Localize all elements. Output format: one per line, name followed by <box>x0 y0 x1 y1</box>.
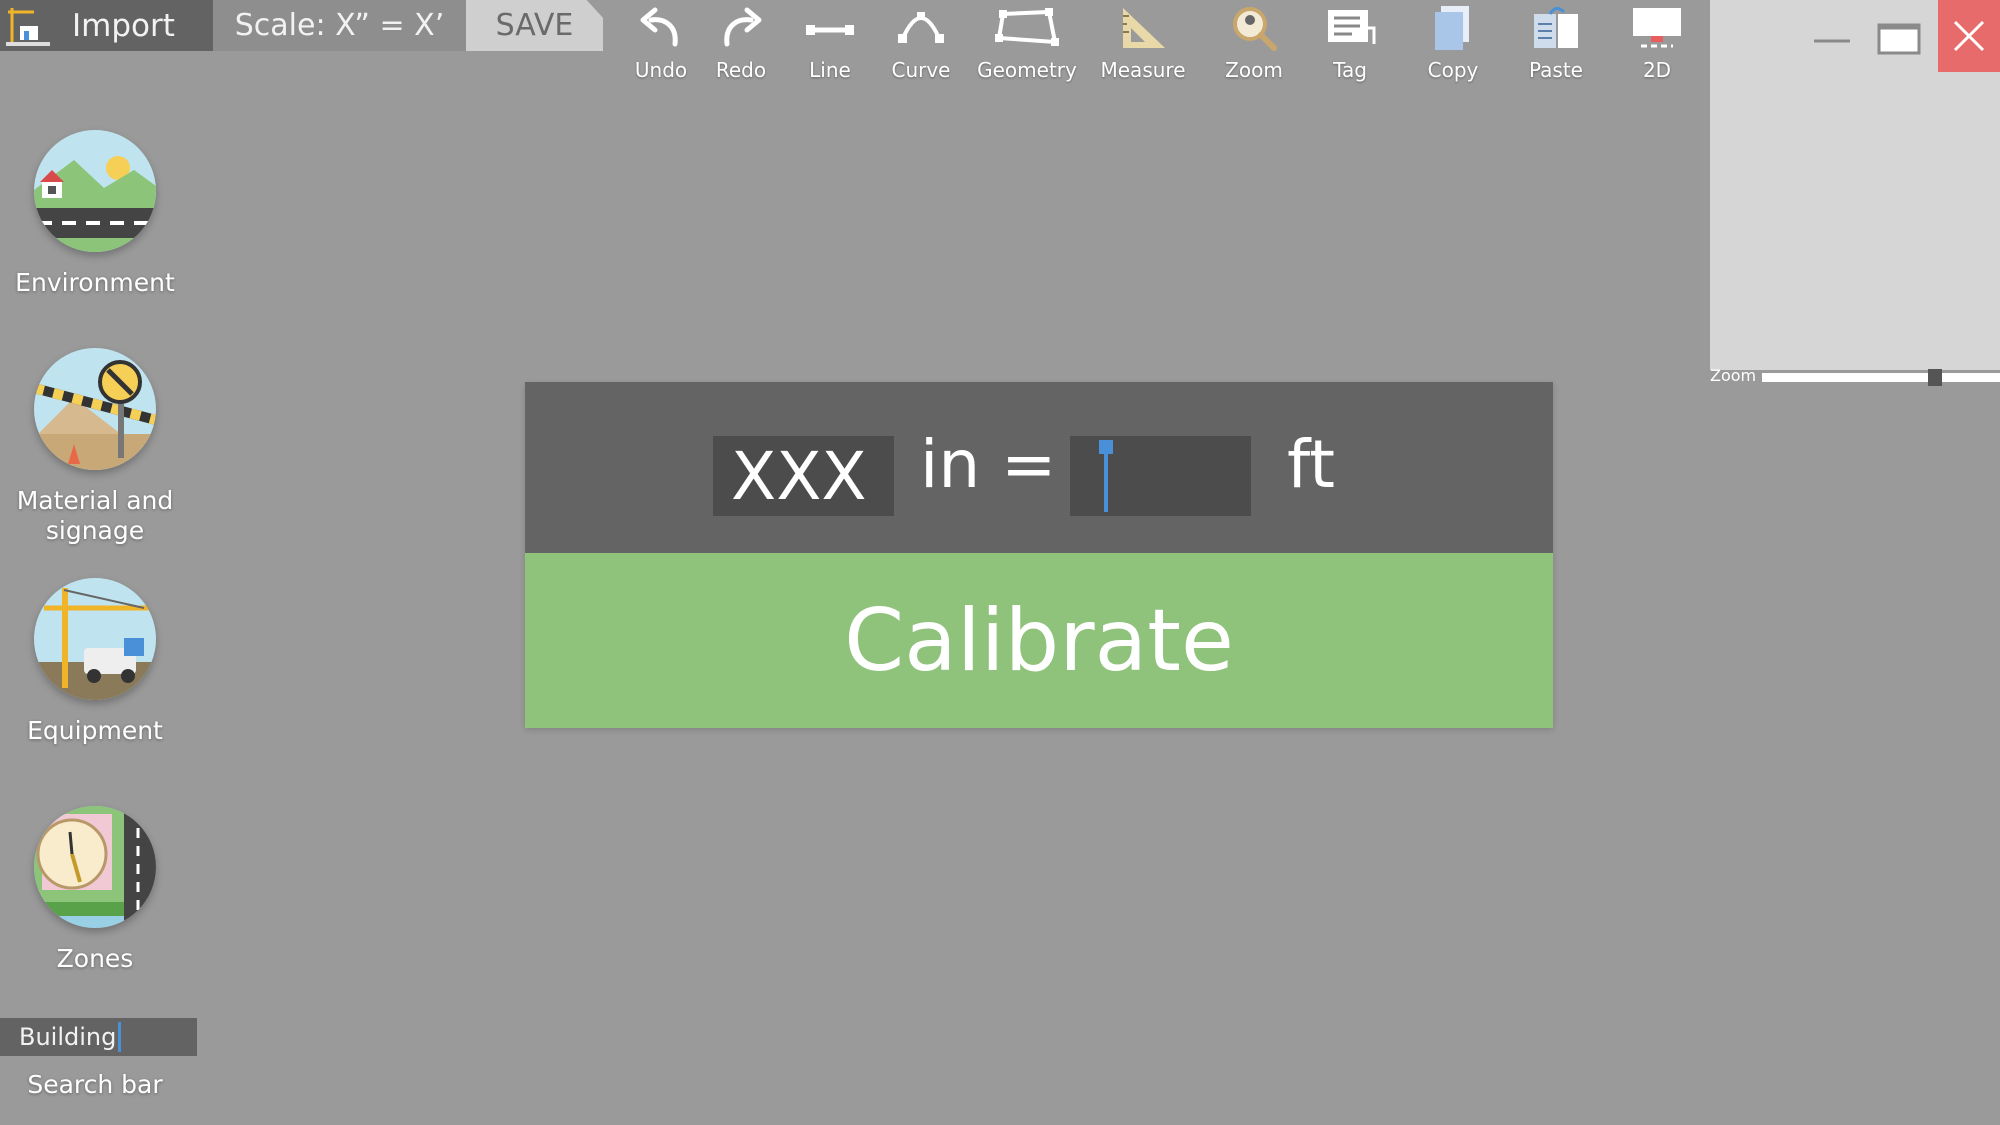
category-label: Material and signage <box>16 486 174 545</box>
zoom-slider-row: Zoom <box>1710 366 2000 388</box>
signage-icon <box>34 348 156 470</box>
paste-label: Paste <box>1529 58 1583 82</box>
category-zones[interactable]: Zones <box>0 806 190 974</box>
import-icon <box>6 7 50 46</box>
crane-icon <box>34 578 156 700</box>
maximize-icon[interactable] <box>1876 22 1922 56</box>
scale-input-row: XXX in = ft <box>525 382 1553 553</box>
inches-field[interactable]: XXX <box>713 436 894 516</box>
set-square-icon <box>1123 8 1165 48</box>
geometry-button[interactable]: Geometry <box>977 4 1077 84</box>
undo-label: Undo <box>634 58 688 82</box>
zones-icon <box>34 806 156 928</box>
copy-label: Copy <box>1427 58 1479 82</box>
2d-view-button[interactable]: 2D <box>1607 4 1707 84</box>
import-label: Import <box>72 7 175 44</box>
scale-indicator: Scale: X” = X’ <box>213 0 466 51</box>
redo-icon <box>724 7 762 47</box>
undo-icon <box>640 7 678 47</box>
monitor-icon <box>1633 8 1681 48</box>
copy-button[interactable]: Copy <box>1403 4 1503 84</box>
calibrate-dialog: XXX in = ft Calibrate <box>525 382 1553 728</box>
zoom-slider-handle[interactable] <box>1928 369 1942 386</box>
search-input[interactable]: Building <box>0 1018 197 1056</box>
category-material-signage[interactable]: Material and signage <box>0 348 190 546</box>
zoom-slider-label: Zoom <box>1710 366 1757 385</box>
2d-label: 2D <box>1642 58 1672 82</box>
import-button[interactable]: Import <box>0 0 213 51</box>
tag-label: Tag <box>1333 58 1367 82</box>
curve-icon <box>898 12 944 43</box>
close-icon <box>1953 20 1985 52</box>
curve-label: Curve <box>891 58 951 82</box>
inches-unit-label: in = <box>920 426 1057 503</box>
line-icon <box>806 25 854 35</box>
category-environment[interactable]: Environment <box>0 130 190 298</box>
minimize-icon[interactable] <box>1812 26 1852 56</box>
paste-button[interactable]: Paste <box>1506 4 1606 84</box>
copy-icon <box>1435 6 1469 50</box>
magnifier-icon <box>1233 7 1277 51</box>
close-button[interactable] <box>1938 0 2000 72</box>
environment-icon <box>34 130 156 252</box>
zoom-button[interactable]: Zoom <box>1204 4 1304 84</box>
geometry-icon <box>995 8 1059 46</box>
zoom-slider[interactable] <box>1762 369 2000 386</box>
curve-button[interactable]: Curve <box>871 4 971 84</box>
calibrate-button[interactable]: Calibrate <box>525 553 1553 728</box>
category-equipment[interactable]: Equipment <box>0 578 190 746</box>
paste-icon <box>1534 7 1578 48</box>
line-button[interactable]: Line <box>780 4 880 84</box>
tag-icon <box>1328 10 1376 44</box>
search-bar-label: Search bar <box>27 1070 163 1099</box>
category-label: Equipment <box>27 716 163 745</box>
text-cursor <box>118 1022 122 1052</box>
inches-field-value: XXX <box>731 437 867 515</box>
text-cursor <box>1104 442 1108 512</box>
tag-button[interactable]: Tag <box>1300 4 1400 84</box>
save-button[interactable]: SAVE <box>466 0 603 51</box>
geometry-label: Geometry <box>977 58 1077 82</box>
measure-label: Measure <box>1100 58 1186 82</box>
feet-unit-label: ft <box>1287 426 1335 503</box>
line-label: Line <box>809 58 851 82</box>
search-input-value: Building <box>19 1023 117 1051</box>
feet-field[interactable] <box>1070 436 1251 516</box>
category-label: Environment <box>15 268 175 297</box>
zoom-label: Zoom <box>1225 58 1283 82</box>
redo-label: Redo <box>715 58 767 82</box>
category-label: Zones <box>56 944 134 973</box>
measure-button[interactable]: Measure <box>1093 4 1193 84</box>
redo-button[interactable]: Redo <box>691 4 791 84</box>
